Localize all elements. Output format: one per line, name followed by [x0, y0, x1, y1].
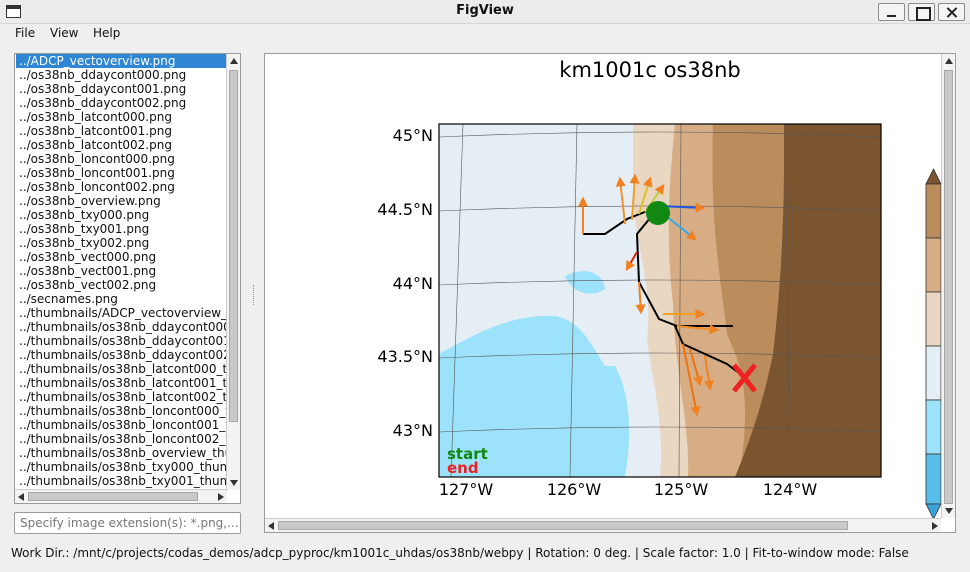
- file-list-item[interactable]: ../secnames.png: [16, 292, 228, 306]
- file-list-item[interactable]: ../os38nb_ddaycont000.png: [16, 68, 228, 82]
- file-list-item[interactable]: ../os38nb_txy000.png: [16, 208, 228, 222]
- longitude-axis-labels: 127°W 126°W 125°W 124°W: [439, 480, 818, 499]
- file-list-item[interactable]: ../thumbnails/os38nb_latcont001_t: [16, 376, 228, 390]
- lon-label-127: 127°W: [439, 480, 494, 499]
- lon-label-126: 126°W: [547, 480, 602, 499]
- maximize-button[interactable]: [908, 3, 935, 21]
- colorbar-bin-5: [925, 399, 941, 455]
- lon-label-124: 124°W: [763, 480, 818, 499]
- file-list-item[interactable]: ../os38nb_latcont002.png: [16, 138, 228, 152]
- file-list-vertical-scroll-thumb[interactable]: [229, 70, 238, 422]
- viewer-vertical-scrollbar[interactable]: [941, 54, 955, 518]
- figview-window: FigView File View Help ../ADCP_vectoverv…: [0, 0, 970, 572]
- lat-label-45: 45°N: [393, 126, 433, 145]
- window-title: FigView: [456, 3, 514, 18]
- scroll-right-arrow-icon[interactable]: [218, 493, 224, 501]
- file-list-item[interactable]: ../os38nb_txy001.png: [16, 222, 228, 236]
- file-list-items: ../ADCP_vectoverview.png ../os38nb_ddayco…: [16, 54, 228, 491]
- panel-splitter-handle[interactable]: [253, 285, 256, 305]
- scroll-down-arrow-icon[interactable]: [230, 480, 238, 486]
- colorbar-bottom-triangle: [925, 503, 941, 519]
- lat-label-43-5: 43.5°N: [377, 347, 433, 366]
- colorbar-top-triangle: [925, 168, 941, 185]
- file-list-item[interactable]: ../thumbnails/os38nb_latcont000_t: [16, 362, 228, 376]
- file-list-item[interactable]: ../thumbnails/os38nb_ddaycont000: [16, 320, 228, 334]
- file-list-item[interactable]: ../thumbnails/os38nb_ddaycont002: [16, 348, 228, 362]
- scroll-up-arrow-icon[interactable]: [230, 58, 238, 64]
- colorbar-bin-6: [925, 453, 941, 505]
- viewer-horizontal-scrollbar[interactable]: [265, 518, 941, 532]
- file-list-item[interactable]: ../thumbnails/os38nb_overview_thu: [16, 446, 228, 460]
- menu-view[interactable]: View: [50, 26, 78, 40]
- file-list-item[interactable]: ../thumbnails/os38nb_txy000_thum: [16, 460, 228, 474]
- image-extension-input[interactable]: Specify image extension(s): *.png,...: [14, 512, 241, 534]
- lat-label-44-5: 44.5°N: [377, 200, 433, 219]
- file-list-item[interactable]: ../thumbnails/ADCP_vectoverview_t: [16, 306, 228, 320]
- figure-title: km1001c os38nb: [559, 58, 740, 82]
- scroll-left-arrow-icon[interactable]: [18, 493, 24, 501]
- file-list-item[interactable]: ../os38nb_vect001.png: [16, 264, 228, 278]
- menu-bar: File View Help: [0, 24, 970, 44]
- file-list-item[interactable]: ../os38nb_vect002.png: [16, 278, 228, 292]
- colorbar-bin-3: [925, 291, 941, 347]
- file-list-item[interactable]: ../os38nb_loncont000.png: [16, 152, 228, 166]
- legend-end: end: [447, 459, 479, 477]
- title-bar: FigView: [0, 0, 970, 24]
- file-list-item[interactable]: ../ADCP_vectoverview.png: [16, 54, 228, 68]
- viewer-scroll-left-arrow-icon[interactable]: [268, 522, 274, 530]
- file-list-horizontal-scroll-thumb[interactable]: [28, 492, 198, 501]
- file-list-item[interactable]: ../os38nb_vect000.png: [16, 250, 228, 264]
- minimize-button[interactable]: [878, 3, 905, 21]
- file-list-item[interactable]: ../thumbnails/os38nb_loncont002_t: [16, 432, 228, 446]
- menu-file[interactable]: File: [15, 26, 35, 40]
- file-list-item[interactable]: ../thumbnails/os38nb_loncont001_t: [16, 418, 228, 432]
- latitude-axis-labels: 45°N 44.5°N 44°N 43.5°N 43°N: [377, 126, 433, 440]
- file-list-item[interactable]: ../os38nb_loncont001.png: [16, 166, 228, 180]
- file-list-item[interactable]: ../os38nb_overview.png: [16, 194, 228, 208]
- image-extension-placeholder: Specify image extension(s): *.png,...: [20, 516, 239, 530]
- viewer-scroll-down-arrow-icon[interactable]: [945, 508, 953, 514]
- colorbar-bin-2: [925, 237, 941, 293]
- lat-label-44: 44°N: [393, 274, 433, 293]
- menu-help[interactable]: Help: [93, 26, 120, 40]
- figure-image: km1001c os38nb start end 45°N 44.5°N 44°…: [377, 58, 941, 519]
- viewer-scroll-up-arrow-icon[interactable]: [945, 58, 953, 64]
- file-list-item[interactable]: ../os38nb_txy002.png: [16, 236, 228, 250]
- viewer-horizontal-scroll-thumb[interactable]: [278, 521, 848, 530]
- colorbar-bin-1: [925, 183, 941, 239]
- file-list-item[interactable]: ../os38nb_ddaycont001.png: [16, 82, 228, 96]
- viewer-scroll-right-arrow-icon[interactable]: [932, 522, 938, 530]
- track-start-marker: [646, 201, 670, 225]
- colorbar-bin-4: [925, 345, 941, 401]
- file-list-item[interactable]: ../os38nb_loncont002.png: [16, 180, 228, 194]
- image-viewer[interactable]: km1001c os38nb start end 45°N 44.5°N 44°…: [264, 53, 956, 533]
- lat-label-43: 43°N: [393, 421, 433, 440]
- viewer-vertical-scroll-thumb[interactable]: [944, 70, 953, 504]
- file-list-item[interactable]: ../os38nb_latcont001.png: [16, 124, 228, 138]
- lon-label-125: 125°W: [654, 480, 709, 499]
- file-list-item[interactable]: ../os38nb_latcont000.png: [16, 110, 228, 124]
- file-list-item[interactable]: ../thumbnails/os38nb_txy001_thum: [16, 474, 228, 488]
- bathymetry-map: start end: [439, 124, 881, 477]
- file-list-item[interactable]: ../thumbnails/os38nb_loncont000_t: [16, 404, 228, 418]
- file-list-item[interactable]: ../thumbnails/os38nb_latcont002_t: [16, 390, 228, 404]
- depth-colorbar: [925, 168, 941, 519]
- file-list-horizontal-scrollbar[interactable]: [15, 489, 227, 503]
- status-bar: Work Dir.: /mnt/c/projects/codas_demos/a…: [11, 546, 909, 560]
- file-list-item[interactable]: ../thumbnails/os38nb_ddaycont001: [16, 334, 228, 348]
- image-file-list[interactable]: ../ADCP_vectoverview.png ../os38nb_ddayco…: [14, 53, 241, 504]
- file-list-item[interactable]: ../os38nb_ddaycont002.png: [16, 96, 228, 110]
- file-list-vertical-scrollbar[interactable]: [226, 54, 240, 490]
- close-button[interactable]: [938, 3, 965, 21]
